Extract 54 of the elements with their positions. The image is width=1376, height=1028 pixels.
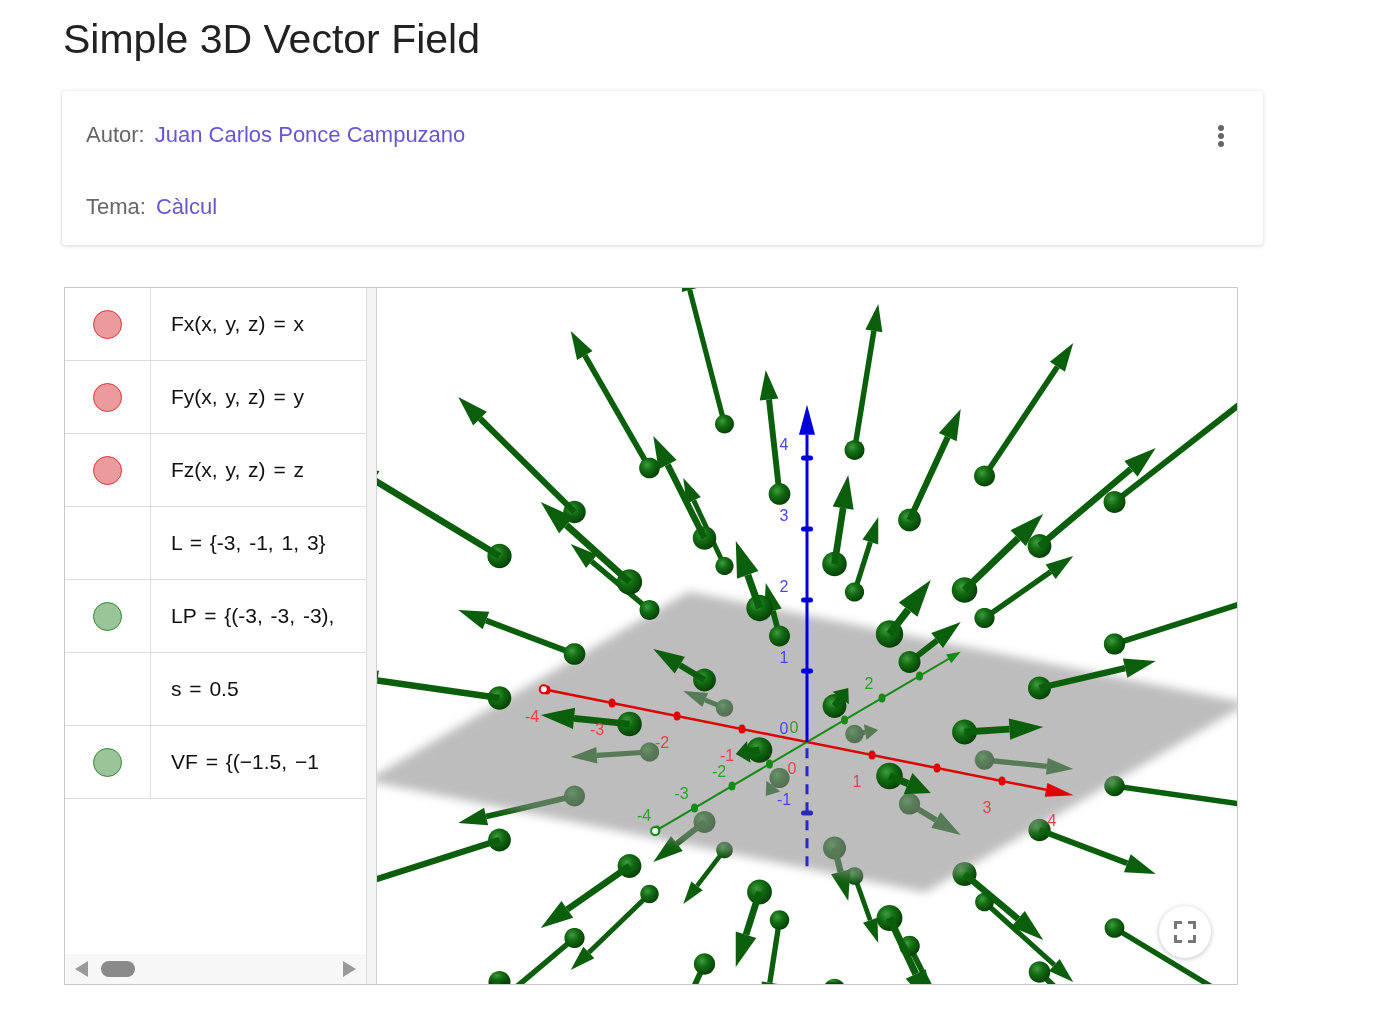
- scrollbar-thumb[interactable]: [101, 961, 135, 977]
- fullscreen-button[interactable]: [1159, 906, 1211, 958]
- algebra-expression[interactable]: Fz(x, y, z) = z: [171, 458, 305, 482]
- vector-arrow: [876, 762, 931, 795]
- dot-icon[interactable]: [93, 747, 122, 777]
- dot-icon[interactable]: [93, 309, 122, 339]
- field-label: Tema:: [86, 193, 146, 221]
- z-axis-label: 4: [779, 435, 789, 453]
- z-axis-label: 1: [779, 648, 789, 666]
- x-axis-label: 3: [982, 798, 992, 816]
- y-axis-label: -3: [674, 784, 689, 802]
- vector-arrow: [898, 622, 961, 673]
- vector-arrow: [822, 688, 849, 718]
- algebra-expression[interactable]: Fx(x, y, z) = x: [171, 312, 305, 336]
- y-axis-label: -2: [711, 762, 727, 780]
- algebra-expression[interactable]: s = 0.5: [171, 677, 239, 701]
- x-axis-label: -2: [654, 733, 670, 751]
- z-axis-label: 2: [779, 577, 789, 595]
- algebra-expression[interactable]: Fy(x, y, z) = y: [171, 385, 305, 409]
- x-axis-label: 1: [852, 772, 862, 790]
- x-axis-label: 4: [1047, 811, 1057, 829]
- vector-arrow: [692, 953, 716, 984]
- dot-icon[interactable]: [93, 601, 122, 631]
- y-axis-label: -4: [636, 806, 652, 824]
- vector-arrow: [825, 978, 844, 984]
- scroll-right-icon[interactable]: [343, 961, 356, 977]
- field-link[interactable]: Càlcul: [155, 193, 218, 221]
- page-title: Simple 3D Vector Field: [63, 15, 480, 64]
- x-axis-label: -1: [719, 746, 735, 764]
- vector-arrow: [735, 737, 773, 763]
- field-label: Autor:: [86, 121, 145, 149]
- y-axis-label: 2: [864, 674, 874, 692]
- dot-icon[interactable]: [93, 455, 122, 485]
- vector-arrow: [823, 836, 851, 901]
- vector-arrow: [683, 841, 733, 904]
- vector-arrow: [845, 724, 879, 744]
- algebra-expression[interactable]: LP = {(-3, -3, -3),: [171, 604, 335, 628]
- dot-icon[interactable]: [93, 382, 122, 412]
- fullscreen-icon: [1174, 921, 1196, 943]
- z-axis-label: -1: [776, 790, 792, 808]
- algebra-expression[interactable]: VF = {(−1.5, −1: [171, 750, 319, 774]
- x-axis-label: -4: [524, 707, 540, 725]
- vector-arrow: [653, 811, 716, 862]
- vector-arrow: [898, 793, 961, 835]
- algebra-expression[interactable]: L = {-3, -1, 1, 3}: [171, 531, 326, 555]
- z-axis-label: 3: [779, 506, 789, 524]
- scroll-left-icon[interactable]: [75, 961, 88, 977]
- x-axis-label: -3: [589, 720, 605, 738]
- y-axis-label: 0: [789, 718, 799, 736]
- vertical-dots-icon: [1218, 125, 1224, 147]
- z-axis-label: 0: [779, 719, 789, 737]
- vector-arrow: [488, 971, 511, 984]
- field-link[interactable]: Juan Carlos Ponce Campuzano: [154, 121, 466, 149]
- x-axis-label: 0: [787, 759, 797, 777]
